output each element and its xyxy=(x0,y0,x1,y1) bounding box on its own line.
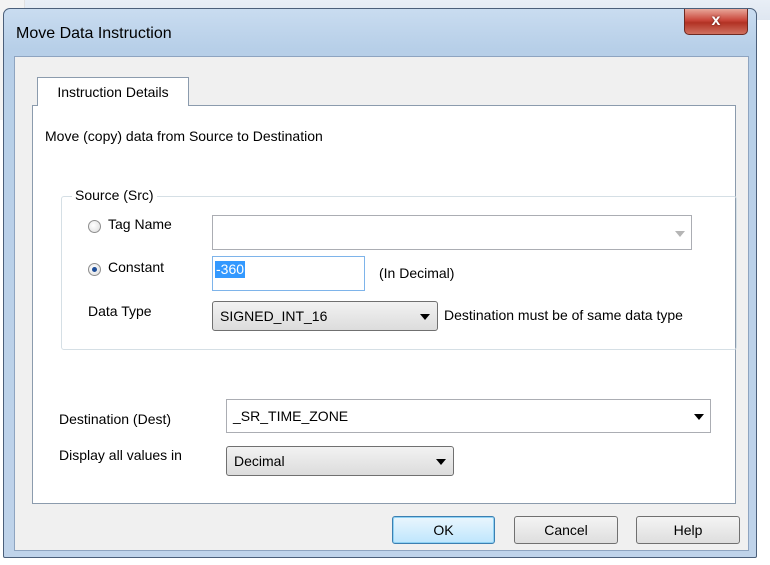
display-format-select[interactable]: Decimal xyxy=(226,446,454,476)
data-type-value: SIGNED_INT_16 xyxy=(220,308,328,324)
tag-name-radio[interactable] xyxy=(88,220,101,233)
constant-input[interactable]: -360 xyxy=(212,256,365,291)
help-button[interactable]: Help xyxy=(636,516,740,544)
tab-instruction-details[interactable]: Instruction Details xyxy=(37,77,189,106)
constant-hint: (In Decimal) xyxy=(379,265,455,281)
data-type-label: Data Type xyxy=(88,303,152,319)
close-button[interactable]: x xyxy=(684,9,748,35)
source-group-label: Source (Src) xyxy=(72,187,157,203)
chevron-down-icon xyxy=(675,230,685,237)
data-type-select[interactable]: SIGNED_INT_16 xyxy=(212,301,438,331)
constant-value: -360 xyxy=(215,261,246,278)
tag-name-label: Tag Name xyxy=(108,216,172,232)
chevron-down-icon xyxy=(420,314,430,320)
tab-panel: Move (copy) data from Source to Destinat… xyxy=(32,105,737,504)
instruction-description: Move (copy) data from Source to Destinat… xyxy=(45,128,323,144)
destination-label: Destination (Dest) xyxy=(59,411,172,427)
cancel-button[interactable]: Cancel xyxy=(514,516,618,544)
destination-value: _SR_TIME_ZONE xyxy=(233,408,349,424)
move-data-dialog: Move Data Instruction x Instruction Deta… xyxy=(3,8,757,558)
tag-name-combo[interactable] xyxy=(212,215,692,250)
dialog-title: Move Data Instruction xyxy=(16,25,172,42)
destination-combo[interactable]: _SR_TIME_ZONE xyxy=(226,399,711,433)
constant-label: Constant xyxy=(108,259,165,275)
chevron-down-icon xyxy=(694,414,704,420)
ok-button[interactable]: OK xyxy=(392,516,495,544)
chevron-down-icon xyxy=(436,459,446,465)
display-format-value: Decimal xyxy=(234,453,285,469)
display-values-label: Display all values in xyxy=(59,447,182,463)
constant-radio[interactable] xyxy=(88,263,101,276)
dialog-client-area: Instruction Details Move (copy) data fro… xyxy=(14,56,749,551)
data-type-note: Destination must be of same data type xyxy=(444,307,683,323)
source-group: Source (Src) Tag Name Constant -360 (In … xyxy=(61,187,737,350)
